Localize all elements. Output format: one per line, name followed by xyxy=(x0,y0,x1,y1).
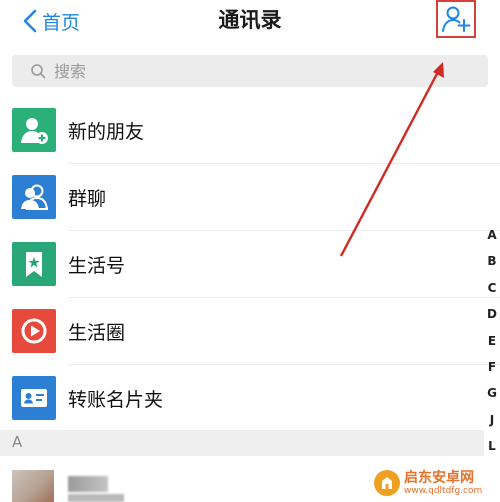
index-letter-c[interactable]: C xyxy=(484,275,500,301)
new-friend-icon xyxy=(12,108,56,152)
menu-item-new-friends[interactable]: 新的朋友 xyxy=(0,97,480,163)
search-bar[interactable] xyxy=(12,55,488,87)
menu-item-life-account[interactable]: 生活号 xyxy=(0,231,480,297)
index-letter-l[interactable]: L xyxy=(484,433,500,459)
search-input[interactable] xyxy=(52,60,356,82)
alphabet-index[interactable]: A B C D E F G J L xyxy=(484,222,500,460)
life-circle-icon xyxy=(12,309,56,353)
index-letter-f[interactable]: F xyxy=(484,354,500,380)
index-letter-e[interactable]: E xyxy=(484,328,500,354)
menu-item-life-circle[interactable]: 生活圈 xyxy=(0,298,480,364)
menu-item-label: 生活圈 xyxy=(68,321,126,344)
index-letter-g[interactable]: G xyxy=(484,380,500,406)
card-holder-icon xyxy=(12,376,56,420)
index-letter-b[interactable]: B xyxy=(484,248,500,274)
group-chat-icon xyxy=(12,175,56,219)
navbar: 首页 通讯录 xyxy=(0,0,500,46)
avatar xyxy=(12,470,54,502)
menu-item-group-chat[interactable]: 群聊 xyxy=(0,164,480,230)
index-letter-a[interactable]: A xyxy=(484,222,500,248)
menu-item-label: 群聊 xyxy=(68,187,107,210)
watermark-title: 启东安卓网 xyxy=(404,469,474,486)
add-contact-icon xyxy=(442,6,471,32)
page-title: 通讯录 xyxy=(218,8,282,32)
section-header-a: A xyxy=(0,430,484,456)
watermark-logo-icon xyxy=(374,470,400,496)
search-icon xyxy=(31,64,46,79)
contact-name-blurred xyxy=(68,476,108,492)
menu-item-label: 生活号 xyxy=(68,254,126,277)
watermark-url: www.qdltdfg.com xyxy=(404,485,483,496)
index-letter-d[interactable]: D xyxy=(484,301,500,327)
life-account-icon xyxy=(12,242,56,286)
menu-item-card-holder[interactable]: 转账名片夹 xyxy=(0,365,480,431)
section-header-label: A xyxy=(12,433,23,451)
contact-detail-blurred xyxy=(68,494,124,502)
watermark-text: 启东安卓网 www.qdltdfg.com xyxy=(404,470,482,497)
menu-item-label: 新的朋友 xyxy=(68,120,145,143)
watermark: 启东安卓网 www.qdltdfg.com xyxy=(374,464,500,502)
menu-item-label: 转账名片夹 xyxy=(68,388,164,411)
add-contact-button[interactable] xyxy=(436,0,476,38)
index-letter-j[interactable]: J xyxy=(484,407,500,433)
